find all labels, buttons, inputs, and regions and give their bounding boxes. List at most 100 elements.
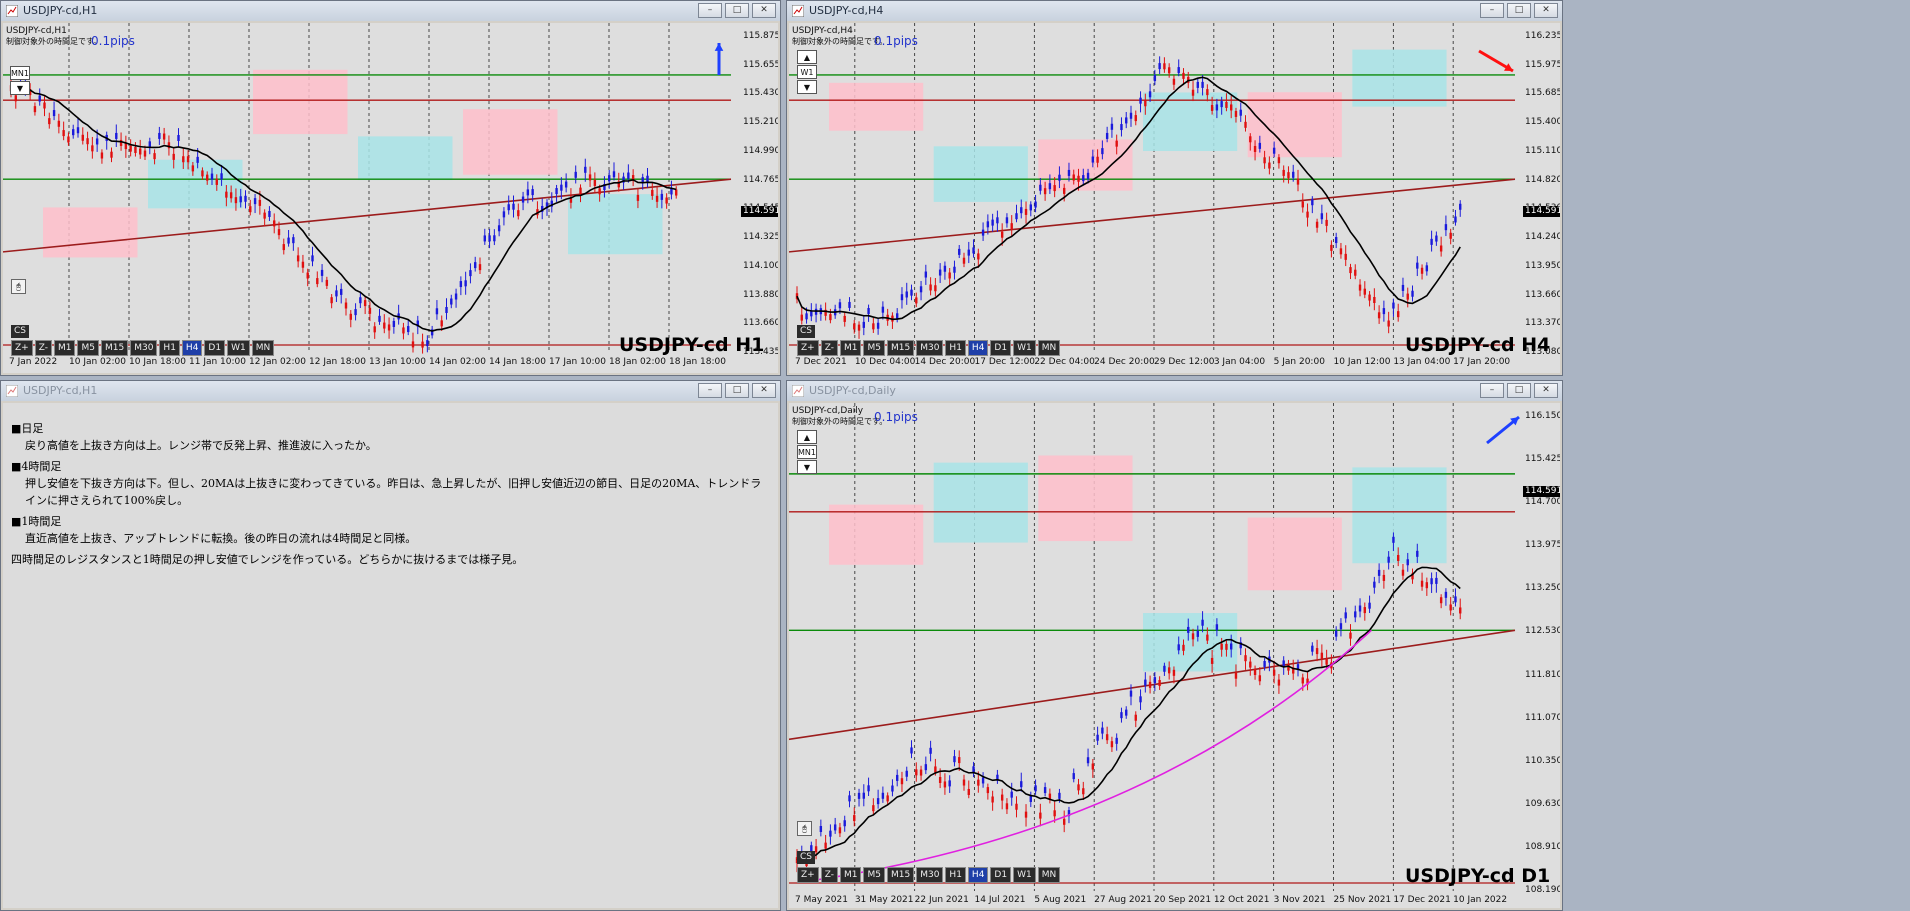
- tf-button-m30[interactable]: M30: [130, 340, 158, 356]
- chart-area-daily[interactable]: USDJPY-cd,Daily 制御対象外の時間足です。 0.1pips ▲ M…: [789, 403, 1560, 908]
- minimize-button[interactable]: –: [698, 383, 722, 398]
- tf-button-m5[interactable]: M5: [863, 867, 885, 883]
- tf-button-zplus[interactable]: Z+: [797, 340, 819, 356]
- minimize-button[interactable]: –: [1480, 383, 1504, 398]
- candle-body: [1167, 667, 1171, 674]
- tf-button-zminus[interactable]: Z-: [34, 340, 52, 356]
- chart-area-h1[interactable]: USDJPY-cd,H1 制御対象外の時間足です。 0.1pips MN1 ▼ …: [3, 23, 778, 373]
- tf-up-button[interactable]: ▲: [797, 50, 817, 64]
- tf-button-m1[interactable]: M1: [53, 340, 76, 356]
- price-tick: 113.370: [1525, 318, 1560, 329]
- titlebar-h4[interactable]: USDJPY-cd,H4 – □ ✕: [787, 1, 1562, 21]
- price-tick: 116.150: [1525, 411, 1560, 421]
- tf-button-m1[interactable]: M1: [839, 340, 862, 356]
- note-window[interactable]: USDJPY-cd,H1 – □ ✕ ■日足 戻り高値を上抜き方向は上。レンジ帯…: [0, 380, 781, 911]
- candle-body: [1015, 803, 1018, 810]
- tf-button-m15[interactable]: M15: [100, 340, 129, 356]
- candle-body: [253, 198, 257, 205]
- tf-button-m30[interactable]: M30: [916, 340, 944, 356]
- price-chart-h4[interactable]: [789, 23, 1560, 373]
- candle-body: [1263, 660, 1266, 667]
- titlebar-daily[interactable]: USDJPY-cd,Daily – □ ✕: [787, 381, 1562, 401]
- time-tick: 25 Nov 2021: [1333, 895, 1392, 905]
- candle-body: [1020, 207, 1023, 214]
- tf-button-mn[interactable]: MN: [1037, 867, 1061, 883]
- maximize-button[interactable]: □: [725, 383, 749, 398]
- tf-button-w1[interactable]: W1: [227, 340, 250, 356]
- mouse-icon[interactable]: 🖰: [11, 279, 26, 294]
- candle-body: [483, 235, 486, 242]
- cs-button[interactable]: CS: [797, 325, 815, 338]
- tf-down-button[interactable]: ▼: [797, 460, 817, 474]
- close-button[interactable]: ✕: [752, 383, 776, 398]
- close-button[interactable]: ✕: [752, 3, 776, 18]
- candle-body: [1253, 145, 1257, 152]
- chart-window-h4[interactable]: USDJPY-cd,H4 – □ ✕ USDJPY-cd,H4 制御対象外の時間…: [786, 0, 1563, 376]
- timeframe-warning: 制御対象外の時間足です。: [792, 417, 888, 426]
- tf-button-m15[interactable]: M15: [886, 340, 915, 356]
- range-zone: [358, 136, 453, 181]
- candle-body: [1105, 734, 1109, 741]
- tf-button-h1[interactable]: H1: [945, 340, 966, 356]
- candle-body: [153, 153, 156, 160]
- range-zone: [568, 194, 663, 255]
- chart-window-h1[interactable]: USDJPY-cd,H1 – □ ✕ USDJPY-cd,H1 制御対象外の時間…: [0, 0, 781, 376]
- tf-button-h4[interactable]: H4: [967, 340, 989, 356]
- tf-button-w1[interactable]: W1: [1013, 340, 1036, 356]
- tf-button-m15[interactable]: M15: [886, 867, 915, 883]
- tf-button-h1[interactable]: H1: [945, 867, 966, 883]
- candle-body: [924, 764, 928, 771]
- maximize-button[interactable]: □: [725, 3, 749, 18]
- tf-button-h1[interactable]: H1: [159, 340, 180, 356]
- chart-window-daily[interactable]: USDJPY-cd,Daily – □ ✕ USDJPY-cd,Daily 制御…: [786, 380, 1563, 911]
- price-chart-h1[interactable]: [3, 23, 778, 373]
- price-tick: 113.250: [1525, 583, 1560, 594]
- tf-button-m1[interactable]: M1: [839, 867, 862, 883]
- candle-body: [1272, 147, 1276, 154]
- tf-button-m30[interactable]: M30: [916, 867, 944, 883]
- tf-button-mn[interactable]: MN: [1037, 340, 1061, 356]
- candle-body: [1000, 794, 1004, 801]
- price-chart-daily[interactable]: [789, 403, 1560, 908]
- tf-down-button[interactable]: ▼: [797, 80, 817, 94]
- close-button[interactable]: ✕: [1534, 383, 1558, 398]
- candle-body: [1210, 104, 1214, 111]
- candle-body: [833, 824, 837, 831]
- chart-area-h4[interactable]: USDJPY-cd,H4 制御対象外の時間足です。 0.1pips ▲ W1 ▼…: [789, 23, 1560, 373]
- tf-select-button[interactable]: MN1: [797, 445, 817, 459]
- mouse-icon[interactable]: 🖰: [797, 821, 812, 836]
- tf-button-m5[interactable]: M5: [863, 340, 885, 356]
- candle-body: [177, 135, 180, 142]
- tf-select-button[interactable]: W1: [797, 65, 817, 79]
- tf-button-zminus[interactable]: Z-: [820, 340, 838, 356]
- tf-button-h4[interactable]: H4: [181, 340, 203, 356]
- cs-button[interactable]: CS: [797, 851, 815, 864]
- tf-button-w1[interactable]: W1: [1013, 867, 1036, 883]
- maximize-button[interactable]: □: [1507, 383, 1531, 398]
- tf-button-m5[interactable]: M5: [77, 340, 99, 356]
- tf-button-d1[interactable]: D1: [990, 340, 1012, 356]
- tf-select-button[interactable]: MN1: [10, 66, 30, 80]
- titlebar-note[interactable]: USDJPY-cd,H1 – □ ✕: [1, 381, 780, 401]
- candle-body: [915, 297, 918, 304]
- cs-button[interactable]: CS: [11, 325, 29, 338]
- tf-button-zplus[interactable]: Z+: [11, 340, 33, 356]
- close-button[interactable]: ✕: [1534, 3, 1558, 18]
- tf-down-button[interactable]: ▼: [10, 81, 30, 95]
- tf-button-zplus[interactable]: Z+: [797, 867, 819, 883]
- note-paragraph-h1: ■1時間足 直近高値を上抜き、アップトレンドに転換。後の昨日の流れは4時間足と同…: [11, 513, 771, 547]
- candle-body: [1234, 110, 1238, 117]
- candle-body: [1206, 634, 1209, 641]
- tf-button-d1[interactable]: D1: [990, 867, 1012, 883]
- minimize-button[interactable]: –: [1480, 3, 1504, 18]
- candle-body: [881, 792, 885, 799]
- tf-up-button[interactable]: ▲: [797, 430, 817, 444]
- tf-button-h4[interactable]: H4: [967, 867, 989, 883]
- titlebar-h1[interactable]: USDJPY-cd,H1 – □ ✕: [1, 1, 780, 21]
- minimize-button[interactable]: –: [698, 3, 722, 18]
- maximize-button[interactable]: □: [1507, 3, 1531, 18]
- tf-button-mn[interactable]: MN: [251, 340, 275, 356]
- tf-button-zminus[interactable]: Z-: [820, 867, 838, 883]
- time-axis: 7 May 2021 31 May 2021 22 Jun 2021 14 Jul 2…: [789, 895, 1560, 908]
- tf-button-d1[interactable]: D1: [204, 340, 226, 356]
